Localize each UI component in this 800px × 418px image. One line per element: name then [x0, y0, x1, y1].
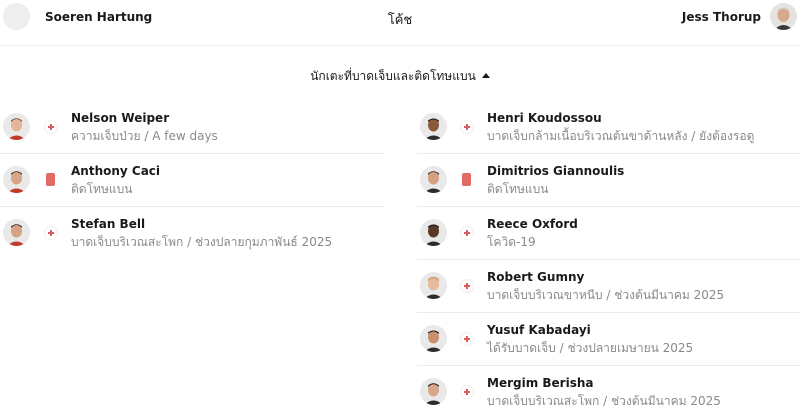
absence-reason: ได้รับบาดเจ็บ / ช่วงปลายเมษายน 2025	[487, 341, 694, 355]
player-name: Dimitrios Giannoulis	[487, 164, 625, 178]
list-item[interactable]: Dimitrios Giannoulis ติดโทษแบน	[417, 154, 800, 207]
player-avatar	[3, 219, 30, 246]
away-coach-name: Jess Thorup	[681, 9, 761, 24]
red-card-icon	[462, 173, 471, 186]
player-name: Nelson Weiper	[71, 111, 170, 125]
list-item[interactable]: Henri Koudossou บาดเจ็บกล้ามเนื้อบริเวณต…	[417, 101, 800, 154]
caret-up-icon	[481, 73, 490, 78]
coaches-header: Soeren Hartung โค้ช Jess Thorup	[0, 0, 800, 40]
absence-reason: บาดเจ็บบริเวณสะโพก / ช่วงต้นมีนาคม 2025	[487, 394, 721, 408]
away-coach-avatar	[770, 3, 797, 30]
absence-reason: บาดเจ็บบริเวณสะโพก / ช่วงปลายกุมภาพันธ์ …	[71, 235, 333, 249]
list-item[interactable]: Reece Oxford โควิด-19	[417, 207, 800, 260]
player-name: Anthony Caci	[71, 164, 161, 178]
player-avatar	[420, 325, 447, 352]
section-title: นักเตะที่บาดเจ็บและติดโทษแบน	[310, 69, 476, 83]
injuries-section-toggle[interactable]: นักเตะที่บาดเจ็บและติดโทษแบน	[0, 67, 800, 86]
list-item[interactable]: Nelson Weiper ความเจ็บป่วย / A few days	[0, 101, 384, 154]
list-item[interactable]: Yusuf Kabadayi ได้รับบาดเจ็บ / ช่วงปลายเ…	[417, 313, 800, 366]
player-avatar	[3, 113, 30, 140]
list-item[interactable]: Stefan Bell บาดเจ็บบริเวณสะโพก / ช่วงปลา…	[0, 207, 384, 259]
red-card-icon	[46, 173, 55, 186]
player-name: Stefan Bell	[71, 217, 146, 231]
away-injuries-list: Henri Koudossou บาดเจ็บกล้ามเนื้อบริเวณต…	[417, 101, 800, 418]
player-avatar	[420, 378, 447, 405]
player-avatar	[420, 166, 447, 193]
player-name: Mergim Berisha	[487, 376, 594, 390]
list-item[interactable]: Robert Gumny บาดเจ็บบริเวณขาหนีบ / ช่วงต…	[417, 260, 800, 313]
injury-icon	[461, 386, 473, 398]
player-avatar	[420, 219, 447, 246]
absence-reason: บาดเจ็บบริเวณขาหนีบ / ช่วงต้นมีนาคม 2025	[487, 288, 725, 302]
header-divider	[0, 45, 800, 46]
absence-reason: บาดเจ็บกล้ามเนื้อบริเวณต้นขาด้านหลัง / ย…	[487, 129, 755, 143]
absence-reason: ความเจ็บป่วย / A few days	[71, 129, 218, 143]
injury-icon	[461, 333, 473, 345]
player-name: Henri Koudossou	[487, 111, 602, 125]
list-item[interactable]: Anthony Caci ติดโทษแบน	[0, 154, 384, 207]
player-avatar	[420, 272, 447, 299]
injury-icon	[45, 121, 57, 133]
coaches-title: โค้ช	[387, 13, 413, 28]
absence-reason: ติดโทษแบน	[487, 182, 549, 196]
injury-icon	[461, 280, 473, 292]
absence-reason: ติดโทษแบน	[71, 182, 133, 196]
absence-reason: โควิด-19	[487, 235, 536, 249]
player-name: Robert Gumny	[487, 270, 585, 284]
injury-icon	[461, 227, 473, 239]
home-injuries-list: Nelson Weiper ความเจ็บป่วย / A few days …	[0, 101, 384, 259]
injury-icon	[461, 121, 473, 133]
away-coach[interactable]: Jess Thorup	[682, 3, 797, 30]
player-avatar	[420, 113, 447, 140]
player-name: Yusuf Kabadayi	[487, 323, 591, 337]
player-name: Reece Oxford	[487, 217, 578, 231]
list-item[interactable]: Mergim Berisha บาดเจ็บบริเวณสะโพก / ช่วง…	[417, 366, 800, 418]
injury-icon	[45, 227, 57, 239]
lineup-page: Soeren Hartung โค้ช Jess Thorup นักเตะที…	[0, 0, 800, 408]
player-avatar	[3, 166, 30, 193]
